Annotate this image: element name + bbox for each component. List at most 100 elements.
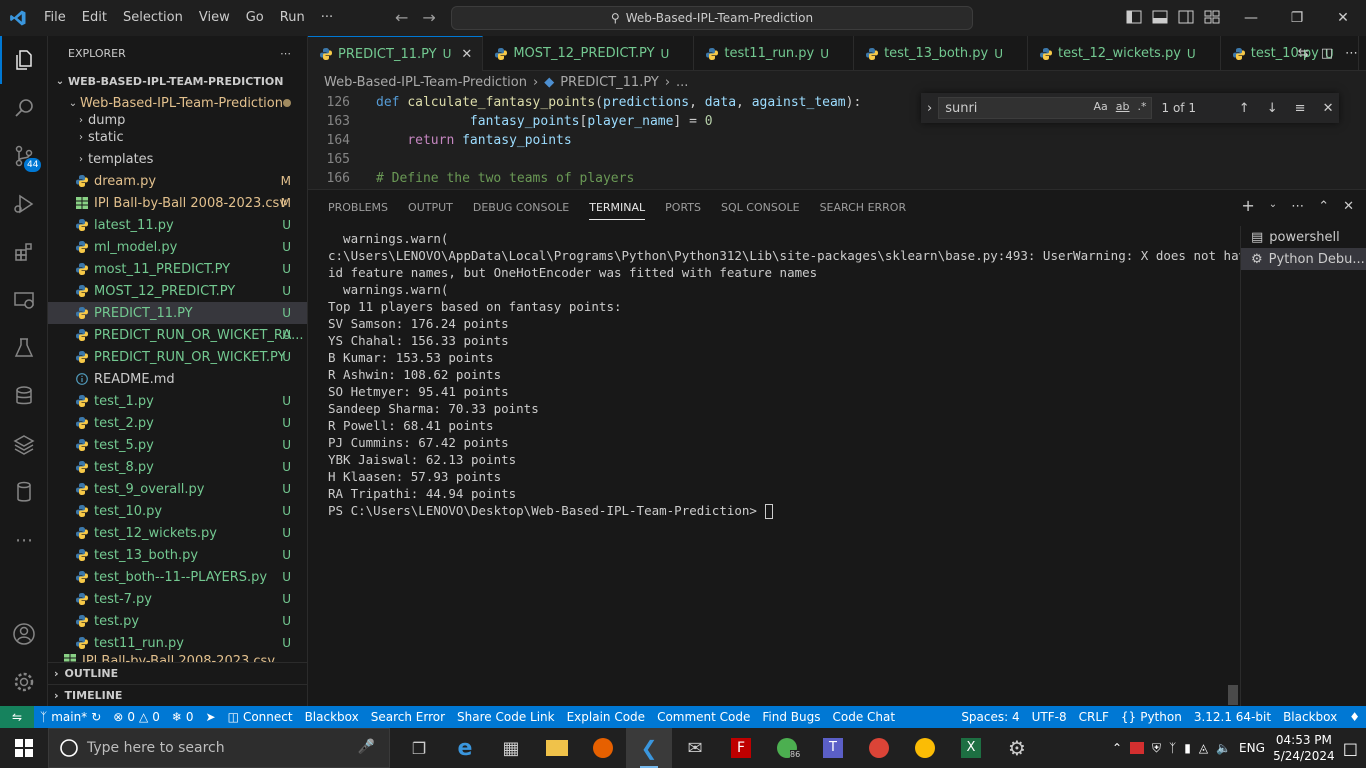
chrome-app-b[interactable] xyxy=(856,728,902,768)
use-regex-toggle[interactable]: .* xyxy=(1138,100,1147,113)
maximize-panel-chevron-icon[interactable]: ⌃ xyxy=(1318,199,1329,214)
accounts-activity[interactable] xyxy=(0,610,48,658)
live-share-indicator[interactable]: ➤ xyxy=(200,710,222,724)
tree-item[interactable]: test_12_wickets.py U xyxy=(48,522,307,544)
find-bugs-button[interactable]: Find Bugs xyxy=(756,710,826,724)
menu-more[interactable]: ··· xyxy=(313,0,341,36)
terminal-scrollbar[interactable] xyxy=(1228,685,1238,705)
tree-item[interactable]: IPl Ball-by-Ball 2008-2023.csv xyxy=(48,654,307,662)
microphone-icon[interactable]: 🎤 xyxy=(358,739,375,755)
testing-activity[interactable] xyxy=(0,324,48,372)
next-match-arrow-icon[interactable]: ↓ xyxy=(1261,101,1283,116)
panel-tab-debug-console[interactable]: DEBUG CONSOLE xyxy=(463,190,579,226)
code-chat-button[interactable]: Code Chat xyxy=(827,710,902,724)
tree-item[interactable]: › templates xyxy=(48,148,307,170)
find-input[interactable]: sunri Aa ab .* xyxy=(938,97,1152,119)
close-find-icon[interactable]: ✕ xyxy=(1317,101,1339,116)
more-activity[interactable]: ⋯ xyxy=(0,516,48,564)
menu-file[interactable]: File xyxy=(36,0,74,36)
new-terminal-plus-icon[interactable]: + xyxy=(1241,198,1254,214)
database-activity[interactable] xyxy=(0,372,48,420)
problems-indicator[interactable]: ⊗ 0 △ 0 xyxy=(107,710,166,724)
bluetooth-icon[interactable]: ᛉ xyxy=(1169,741,1176,755)
start-button[interactable] xyxy=(0,728,48,768)
panel-tab-search-error[interactable]: SEARCH ERROR xyxy=(810,190,917,226)
search-activity[interactable] xyxy=(0,84,48,132)
excel-app[interactable]: X xyxy=(948,728,994,768)
toggle-secondary-sidebar-icon[interactable] xyxy=(1178,9,1194,25)
panel-tab-terminal[interactable]: TERMINAL xyxy=(579,190,655,226)
tree-item[interactable]: IPl Ball-by-Ball 2008-2023.csv M xyxy=(48,192,307,214)
tree-item[interactable]: dream.py M xyxy=(48,170,307,192)
close-window-icon[interactable]: ✕ xyxy=(1320,0,1366,36)
project-folder[interactable]: ⌄ Web-Based-IPL-Team-Prediction xyxy=(48,92,307,114)
task-view-button[interactable]: ❐ xyxy=(396,728,442,768)
terminal-item-powershell[interactable]: ▤ powershell xyxy=(1241,226,1366,248)
storage-activity[interactable] xyxy=(0,468,48,516)
minimize-icon[interactable]: — xyxy=(1228,0,1274,36)
tree-item[interactable]: test_13_both.py U xyxy=(48,544,307,566)
tree-item[interactable]: most_11_PREDICT.PY U xyxy=(48,258,307,280)
editor-more-icon[interactable]: ⋯ xyxy=(1345,46,1358,61)
settings-app[interactable]: ⚙ xyxy=(994,728,1040,768)
indentation-indicator[interactable]: Spaces: 4 xyxy=(955,710,1025,724)
menu-go[interactable]: Go xyxy=(238,0,272,36)
vscode-app[interactable]: ❮ xyxy=(626,728,672,768)
source-control-activity[interactable]: 44 xyxy=(0,132,48,180)
search-error-button[interactable]: Search Error xyxy=(365,710,451,724)
previous-match-arrow-icon[interactable]: ↑ xyxy=(1233,101,1255,116)
notifications-bell-icon[interactable]: ♦ xyxy=(1343,710,1366,724)
editor-tab[interactable]: test_13_both.py U xyxy=(854,36,1028,71)
tree-item[interactable]: latest_11.py U xyxy=(48,214,307,236)
menu-selection[interactable]: Selection xyxy=(115,0,191,36)
tree-item[interactable]: test-7.py U xyxy=(48,588,307,610)
manage-activity[interactable] xyxy=(0,658,48,706)
breadcrumb-file[interactable]: PREDICT_11.PY xyxy=(560,75,659,90)
tree-item[interactable]: test_both--11--PLAYERS.py U xyxy=(48,566,307,588)
back-arrow-icon[interactable]: ← xyxy=(395,8,408,27)
editor-tab[interactable]: MOST_12_PREDICT.PY U xyxy=(483,36,695,71)
command-center[interactable]: ⚲ Web-Based-IPL-Team-Prediction xyxy=(451,6,973,30)
teams-app[interactable]: T xyxy=(810,728,856,768)
blackbox-status[interactable]: Blackbox xyxy=(1277,710,1343,724)
tree-item[interactable]: test_10.py U xyxy=(48,500,307,522)
restore-icon[interactable]: ❐ xyxy=(1274,0,1320,36)
tree-item[interactable]: test.py U xyxy=(48,610,307,632)
show-hidden-icons-chevron-icon[interactable]: ⌃ xyxy=(1112,741,1122,755)
comment-code-button[interactable]: Comment Code xyxy=(651,710,756,724)
connect-button[interactable]: ◫ Connect xyxy=(222,710,299,724)
language-indicator[interactable]: {} Python xyxy=(1115,710,1188,724)
taskbar-search[interactable]: Type here to search 🎤 xyxy=(48,728,390,768)
breadcrumb-folder[interactable]: Web-Based-IPL-Team-Prediction xyxy=(324,75,527,90)
remote-indicator[interactable]: ⇋ xyxy=(0,706,34,728)
file-explorer-app[interactable] xyxy=(534,728,580,768)
panel-tab-sql-console[interactable]: SQL CONSOLE xyxy=(711,190,810,226)
match-case-toggle[interactable]: Aa xyxy=(1094,100,1108,113)
network-icon[interactable]: ◬ xyxy=(1199,741,1208,755)
tree-item[interactable]: test_2.py U xyxy=(48,412,307,434)
firefox-app[interactable] xyxy=(580,728,626,768)
tree-item[interactable]: PREDICT_11.PY U xyxy=(48,302,307,324)
remote-explorer-activity[interactable] xyxy=(0,276,48,324)
editor-tab[interactable]: test_12_wickets.py U xyxy=(1028,36,1221,71)
encoding-indicator[interactable]: UTF-8 xyxy=(1026,710,1073,724)
panel-more-icon[interactable]: ⋯ xyxy=(1291,199,1304,214)
chrome-app-c[interactable] xyxy=(902,728,948,768)
tree-item[interactable]: MOST_12_PREDICT.PY U xyxy=(48,280,307,302)
customize-layout-icon[interactable] xyxy=(1204,9,1220,25)
run-debug-activity[interactable] xyxy=(0,180,48,228)
share-code-link-button[interactable]: Share Code Link xyxy=(451,710,561,724)
compare-changes-icon[interactable]: ⇆ xyxy=(1298,46,1309,61)
terminal-item-python-debug[interactable]: ⚙ Python Debu... xyxy=(1241,248,1366,270)
close-panel-icon[interactable]: ✕ xyxy=(1343,199,1354,214)
menu-view[interactable]: View xyxy=(191,0,238,36)
forward-arrow-icon[interactable]: → xyxy=(422,8,435,27)
chrome-profile-app[interactable]: 86 xyxy=(764,728,810,768)
clock[interactable]: 04:53 PM 5/24/2024 xyxy=(1273,732,1335,764)
tree-item[interactable]: › dump xyxy=(48,114,307,126)
tree-item[interactable]: test_5.py U xyxy=(48,434,307,456)
mail-app[interactable]: ✉ xyxy=(672,728,718,768)
notification-center-icon[interactable]: □ xyxy=(1343,739,1358,758)
ports-indicator[interactable]: ❄ 0 xyxy=(166,710,200,724)
tree-item[interactable]: test_8.py U xyxy=(48,456,307,478)
